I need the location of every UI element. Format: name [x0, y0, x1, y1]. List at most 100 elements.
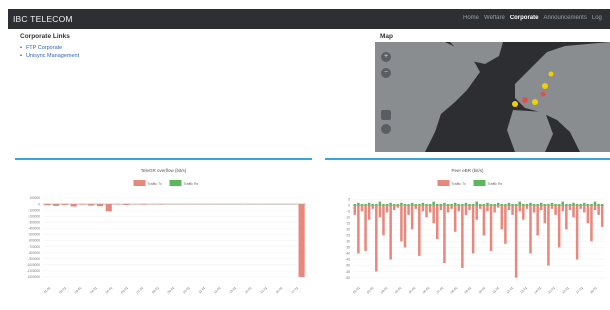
bar-rx: [561, 201, 565, 206]
bar-tx: [464, 205, 468, 215]
x-tick-label: 08-01: [450, 286, 459, 295]
y-tick-label: -200000: [28, 214, 40, 218]
bar-rx: [496, 202, 500, 206]
bar-rx: [565, 204, 568, 206]
bar-rx: [357, 202, 360, 206]
bar-rx: [547, 204, 550, 206]
bar-rx: [389, 202, 392, 206]
world-map[interactable]: + −: [375, 42, 610, 152]
zoom-in-button[interactable]: +: [381, 52, 391, 62]
bar-rx: [421, 202, 425, 206]
bar-tx: [418, 205, 421, 256]
bar-rx: [486, 202, 489, 206]
bar-rx: [407, 204, 410, 206]
bar-tx: [364, 205, 367, 252]
bar-tx: [550, 205, 554, 209]
bar-rx: [543, 204, 547, 206]
y-tick-label: -700000: [28, 245, 40, 249]
y-tick-label: 5: [348, 197, 350, 201]
bar-rx: [500, 204, 504, 206]
locate-icon[interactable]: [381, 124, 391, 134]
x-tick-label: 07-01: [136, 286, 145, 295]
x-tick-label: 01-01: [352, 286, 361, 295]
bar-rx: [525, 204, 529, 206]
bar-tx: [53, 204, 60, 206]
y-tick-label: -45: [345, 258, 350, 262]
y-tick-label: 0: [348, 203, 350, 207]
y-tick-label: -50: [345, 264, 350, 268]
bar-rx: [489, 204, 493, 206]
nav-link-home[interactable]: Home: [463, 15, 479, 21]
zoom-out-button[interactable]: −: [381, 68, 391, 78]
bar-tx: [425, 205, 428, 218]
bar-tx: [360, 205, 364, 212]
bar-rx: [557, 204, 561, 206]
bar-tx: [522, 205, 525, 220]
bar-tx: [61, 204, 68, 205]
telegr-overflow-chart: TeleGR overflow (bit/s) Traffic Tx Traffic…: [15, 160, 312, 308]
x-tick-label: 11-01: [198, 286, 207, 295]
bar-rx: [550, 202, 554, 206]
corporate-link-item[interactable]: FTP Corporate: [20, 44, 79, 52]
bar-rx: [428, 204, 432, 206]
bar-rx: [529, 202, 532, 206]
bar-tx: [44, 204, 51, 206]
bar-tx: [457, 205, 461, 212]
bar-tx: [554, 205, 557, 215]
bar-tx: [539, 205, 543, 211]
land-africa: [507, 110, 553, 152]
brand-logo[interactable]: IBC TELECOM: [13, 14, 73, 24]
bar-tx: [479, 205, 482, 209]
bar-tx: [400, 205, 403, 242]
x-tick-label: 17-01: [575, 286, 584, 295]
bar-rx: [511, 204, 514, 206]
nav-link-announcements[interactable]: Announcements: [543, 15, 586, 21]
bar-tx: [461, 205, 464, 268]
x-tick-label: 11-01: [492, 286, 501, 295]
y-tick-label: -55: [345, 270, 350, 274]
x-tick-label: 04-01: [394, 286, 403, 295]
x-tick-label: 17-01: [290, 286, 299, 295]
nav-menu: Home Weffare Corporate Announcements Log: [463, 15, 610, 25]
x-tick-label: 14-01: [533, 286, 542, 295]
layers-icon[interactable]: [381, 110, 391, 120]
bar-rx: [493, 204, 496, 206]
bar-tx: [590, 205, 593, 242]
bar-tx: [298, 204, 305, 277]
corporate-links-list: FTP CorporateUnisync Management: [20, 44, 79, 60]
bar-rx: [583, 202, 586, 206]
bar-rx: [367, 202, 371, 206]
bar-rx: [568, 204, 572, 206]
bar-tx: [453, 205, 457, 232]
nav-link-corporate[interactable]: Corporate: [510, 15, 539, 21]
corporate-link-item[interactable]: Unisync Management: [20, 52, 79, 60]
y-tick-label: -5: [347, 209, 350, 213]
y-tick-label: -100000: [28, 208, 40, 212]
legend-swatch: [473, 180, 486, 186]
x-tick-label: 07-01: [436, 286, 445, 295]
bar-rx: [360, 204, 364, 206]
map-marker-yellow: [542, 83, 548, 89]
bar-rx: [432, 201, 435, 206]
bar-rx: [353, 204, 357, 206]
x-tick-label: 05-01: [105, 286, 114, 295]
bar-tx: [536, 205, 539, 236]
y-tick-label: -30: [345, 240, 350, 244]
bar-rx: [457, 204, 461, 206]
bar-rx: [482, 204, 486, 206]
x-tick-label: 09-01: [167, 286, 176, 295]
bar-rx: [385, 204, 389, 206]
x-tick-label: 02-01: [58, 286, 67, 295]
x-tick-label: 18-01: [589, 286, 598, 295]
y-tick-label: -1200000: [27, 275, 41, 279]
bar-tx: [511, 205, 514, 215]
y-tick-label: -35: [345, 246, 350, 250]
nav-link-log[interactable]: Log: [592, 15, 602, 21]
bar-rx: [446, 204, 450, 206]
bar-tx: [410, 205, 414, 230]
nav-link-weffare[interactable]: Weffare: [484, 15, 505, 21]
bar-tx: [140, 204, 147, 205]
bar-tx: [583, 205, 586, 213]
bar-tx: [547, 205, 550, 266]
x-tick-label: 01-01: [43, 286, 52, 295]
